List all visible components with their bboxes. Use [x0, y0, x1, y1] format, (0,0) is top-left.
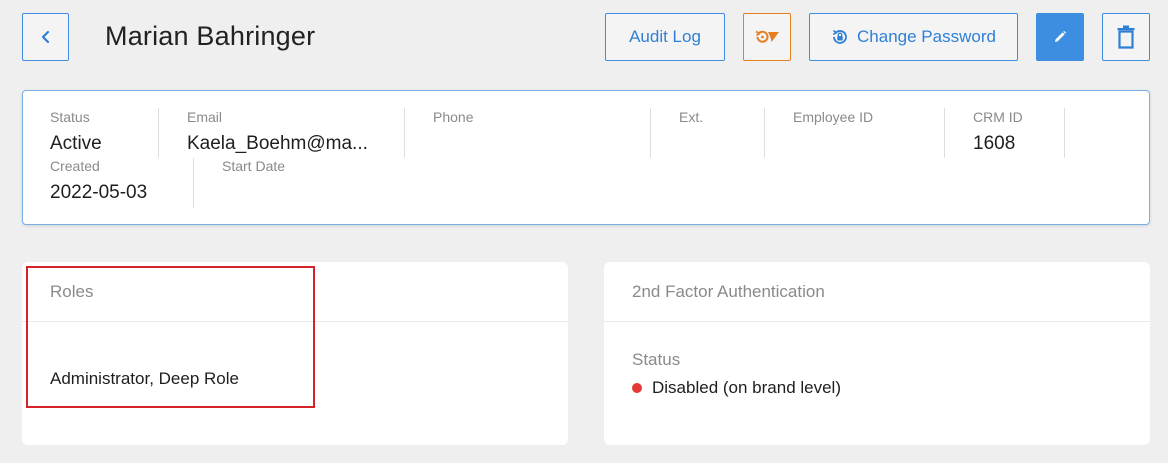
status-label: Status [50, 109, 90, 125]
divider [404, 108, 405, 158]
chevron-left-icon [41, 30, 49, 44]
history-send-icon [755, 30, 779, 43]
email-label: Email [187, 109, 223, 125]
divider [764, 108, 765, 158]
pencil-icon [1055, 30, 1067, 42]
impersonate-button[interactable] [743, 13, 791, 61]
status-value: Active [50, 133, 102, 154]
ext-label: Ext. [679, 109, 704, 125]
divider [604, 321, 1150, 322]
status-dot-icon [632, 383, 642, 393]
highlight-box [26, 266, 315, 408]
crm-id-label: CRM ID [973, 109, 1023, 125]
phone-label: Phone [433, 109, 474, 125]
two-factor-title: 2nd Factor Authentication [632, 282, 825, 301]
audit-log-label: Audit Log [629, 27, 701, 46]
two-factor-status-value: Disabled (on brand level) [652, 378, 841, 397]
created-label: Created [50, 158, 100, 174]
divider [1064, 108, 1065, 158]
divider [158, 108, 159, 158]
back-button[interactable] [22, 13, 69, 61]
employee-id-label: Employee ID [793, 109, 874, 125]
divider [193, 158, 194, 208]
crm-id-value: 1608 [973, 133, 1016, 154]
created-value: 2022-05-03 [50, 182, 148, 203]
edit-button[interactable] [1036, 13, 1084, 61]
audit-log-button[interactable]: Audit Log [605, 13, 725, 61]
divider [650, 108, 651, 158]
divider [944, 108, 945, 158]
email-value: Kaela_Boehm@ma... [187, 133, 368, 154]
lock-reset-icon [832, 29, 847, 44]
change-password-label: Change Password [857, 27, 996, 46]
trash-icon [1117, 25, 1135, 49]
two-factor-status-label: Status [632, 350, 681, 369]
delete-button[interactable] [1102, 13, 1150, 61]
change-password-button[interactable]: Change Password [809, 13, 1018, 61]
page-title: Marian Bahringer [105, 21, 316, 51]
start-date-label: Start Date [222, 158, 286, 174]
